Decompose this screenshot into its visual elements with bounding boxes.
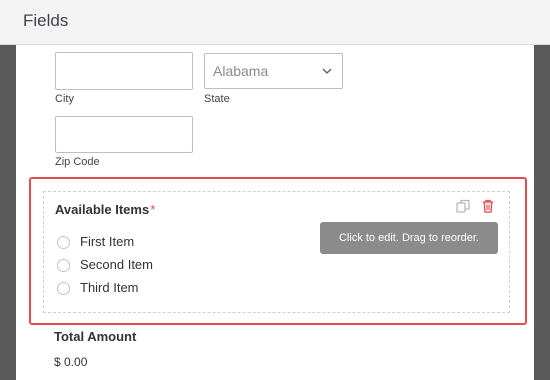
trash-icon[interactable] <box>480 198 496 214</box>
duplicate-icon[interactable] <box>455 198 471 214</box>
radio-label: Second Item <box>80 257 153 272</box>
right-border-bar <box>534 45 550 380</box>
radio-label: Third Item <box>80 280 139 295</box>
left-border-bar <box>0 45 16 380</box>
state-select-value: Alabama <box>213 63 269 79</box>
available-items-label: Available Items* <box>55 202 155 217</box>
radio-button[interactable] <box>57 259 70 272</box>
edit-tooltip: Click to edit. Drag to reorder. <box>320 222 498 254</box>
city-input[interactable] <box>55 52 193 90</box>
state-select[interactable]: Alabama <box>204 53 343 89</box>
zip-code-label: Zip Code <box>55 156 100 168</box>
state-label: State <box>204 93 230 105</box>
available-items-label-text: Available Items <box>55 202 150 217</box>
zip-code-input[interactable] <box>55 116 193 153</box>
city-label: City <box>55 93 74 105</box>
total-amount-label: Total Amount <box>54 329 137 344</box>
radio-label: First Item <box>80 234 135 249</box>
radio-button[interactable] <box>57 282 70 295</box>
required-asterisk: * <box>150 202 156 217</box>
panel-title: Fields <box>23 11 69 30</box>
chevron-down-icon <box>322 68 332 75</box>
panel-header: Fields <box>0 0 550 45</box>
total-amount-value: $ 0.00 <box>54 355 88 369</box>
radio-button[interactable] <box>57 236 70 249</box>
